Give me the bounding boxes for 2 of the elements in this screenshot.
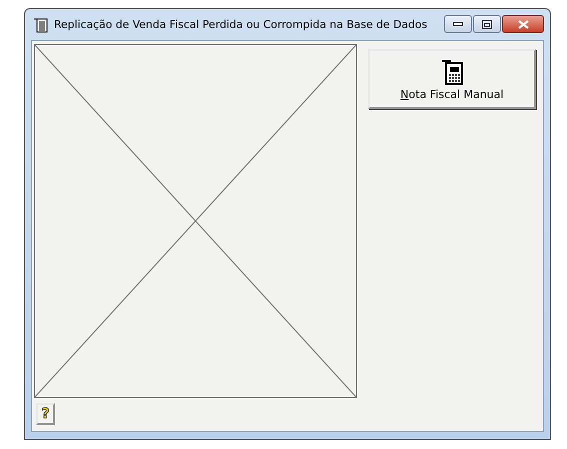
manual-invoice-button[interactable]: Nota Fiscal Manual: [368, 49, 536, 109]
window-title: Replicação de Venda Fiscal Perdida ou Corrompida na Base de Dados: [54, 18, 428, 31]
